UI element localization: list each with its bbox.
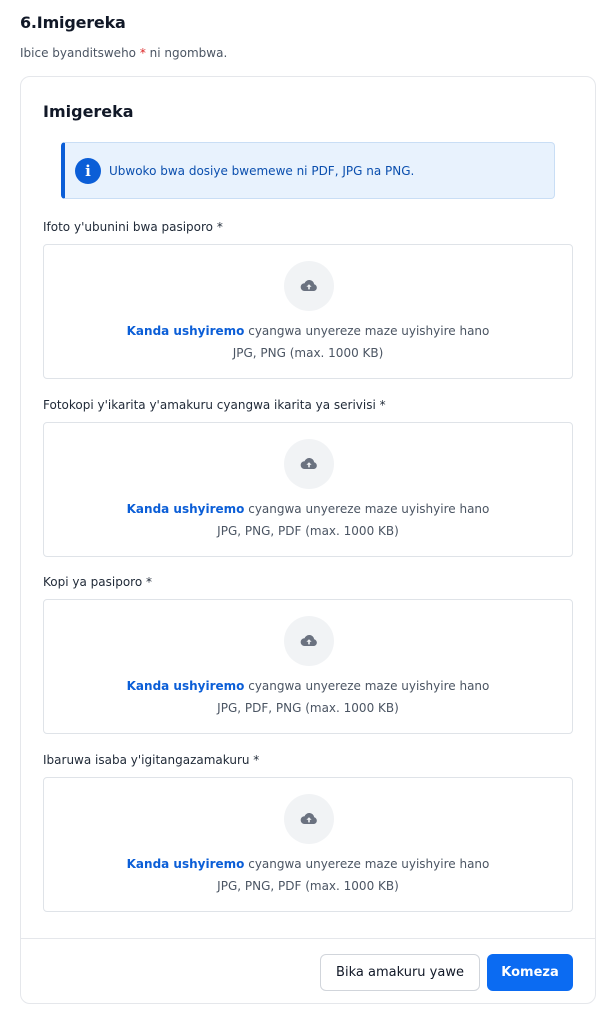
cloud-upload-icon — [284, 794, 334, 844]
accepted-formats: JPG, PNG, PDF (max. 1000 KB) — [217, 879, 399, 893]
dropzone-passport-photo[interactable]: Kanda ushyiremo cyangwa unyereze maze uy… — [43, 244, 573, 379]
required-fields-note: Ibice byanditsweho * ni ngombwa. — [20, 46, 227, 60]
dropzone-id-card-copy[interactable]: Kanda ushyiremo cyangwa unyereze maze uy… — [43, 422, 573, 557]
click-to-upload-link[interactable]: Kanda ushyiremo — [127, 679, 245, 693]
upload-label-media-request-letter: Ibaruwa isaba y'igitangazamakuru * — [43, 753, 260, 767]
upload-label-id-card-copy: Fotokopi y'ikarita y'amakuru cyangwa ika… — [43, 398, 386, 412]
dropzone-instruction: Kanda ushyiremo cyangwa unyereze maze uy… — [44, 857, 572, 871]
click-to-upload-link[interactable]: Kanda ushyiremo — [127, 857, 245, 871]
dropzone-media-request-letter[interactable]: Kanda ushyiremo cyangwa unyereze maze uy… — [43, 777, 573, 912]
section-title: 6.Imigereka — [20, 13, 126, 32]
drag-drop-text: cyangwa unyereze maze uyishyire hano — [244, 324, 490, 338]
drag-drop-text: cyangwa unyereze maze uyishyire hano — [244, 679, 490, 693]
attachments-page: 6.Imigereka Ibice byanditsweho * ni ngom… — [0, 0, 607, 1012]
footer-divider — [21, 938, 595, 939]
dropzone-instruction: Kanda ushyiremo cyangwa unyereze maze uy… — [44, 324, 572, 338]
required-note-prefix: Ibice byanditsweho — [20, 46, 140, 60]
card-title: Imigereka — [43, 102, 134, 121]
drag-drop-text: cyangwa unyereze maze uyishyire hano — [244, 857, 490, 871]
upload-label-passport-photo: Ifoto y'ubunini bwa pasiporo * — [43, 220, 223, 234]
attachments-card: Imigereka i Ubwoko bwa dosiye bwemewe ni… — [20, 76, 596, 1004]
cloud-upload-icon — [284, 439, 334, 489]
info-icon: i — [75, 157, 101, 184]
required-note-suffix: ni ngombwa. — [145, 46, 228, 60]
info-text: Ubwoko bwa dosiye bwemewe ni PDF, JPG na… — [109, 163, 415, 178]
click-to-upload-link[interactable]: Kanda ushyiremo — [127, 324, 245, 338]
save-draft-button[interactable]: Bika amakuru yawe — [320, 954, 480, 991]
dropzone-instruction: Kanda ushyiremo cyangwa unyereze maze uy… — [44, 679, 572, 693]
cloud-upload-icon — [284, 616, 334, 666]
accepted-formats: JPG, PNG, PDF (max. 1000 KB) — [217, 524, 399, 538]
drag-drop-text: cyangwa unyereze maze uyishyire hano — [244, 502, 490, 516]
dropzone-instruction: Kanda ushyiremo cyangwa unyereze maze uy… — [44, 502, 572, 516]
upload-label-passport-copy: Kopi ya pasiporo * — [43, 575, 152, 589]
click-to-upload-link[interactable]: Kanda ushyiremo — [127, 502, 245, 516]
accepted-formats: JPG, PNG (max. 1000 KB) — [232, 346, 384, 360]
dropzone-passport-copy[interactable]: Kanda ushyiremo cyangwa unyereze maze uy… — [43, 599, 573, 734]
continue-button[interactable]: Komeza — [487, 954, 573, 991]
accepted-formats: JPG, PDF, PNG (max. 1000 KB) — [217, 701, 399, 715]
cloud-upload-icon — [284, 261, 334, 311]
info-alert: i Ubwoko bwa dosiye bwemewe ni PDF, JPG … — [61, 142, 555, 199]
